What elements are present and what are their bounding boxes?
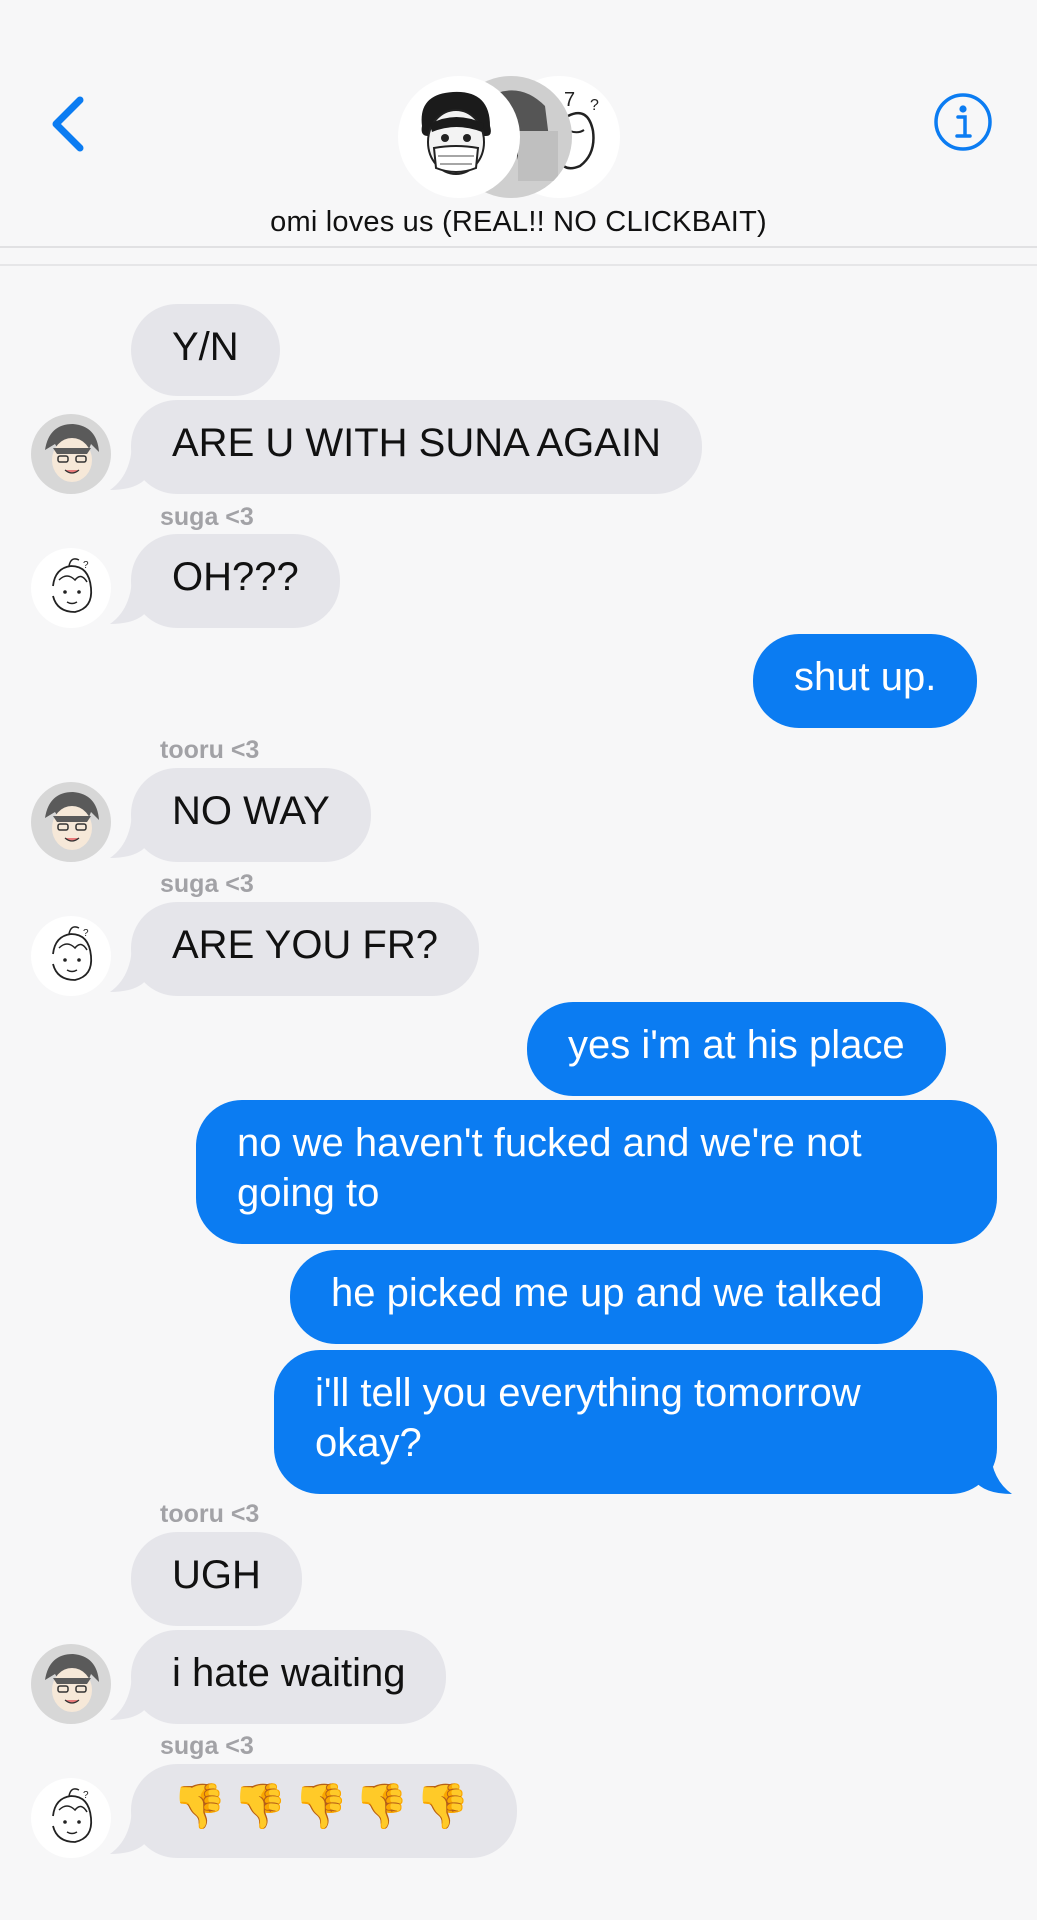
chevron-left-icon [52, 96, 84, 152]
back-button[interactable] [44, 88, 94, 158]
bubble-tail [974, 1450, 1012, 1494]
avatar-tooru[interactable] [31, 1644, 111, 1724]
avatar-suga[interactable]: ? [31, 548, 111, 628]
message-bubble-outgoing[interactable]: i'll tell you everything tomorrow okay? [274, 1350, 997, 1494]
message-bubble-incoming[interactable]: Y/N [131, 304, 280, 396]
info-button[interactable] [933, 92, 993, 152]
message-bubble-incoming[interactable]: NO WAY [131, 768, 371, 862]
message-bubble-outgoing[interactable]: no we haven't fucked and we're not going… [196, 1100, 997, 1244]
header-divider [0, 246, 1037, 248]
header-divider-lower [0, 264, 1037, 266]
message-bubble-outgoing[interactable]: he picked me up and we talked [290, 1250, 924, 1344]
svg-text:?: ? [83, 1790, 89, 1801]
info-circle-icon [934, 93, 992, 151]
avatar-suga[interactable]: ? [31, 916, 111, 996]
bubble-tail [110, 446, 148, 490]
conversation-title[interactable]: omi loves us (REAL!! NO CLICKBAIT) [0, 206, 1037, 239]
bubble-tail [110, 1676, 148, 1720]
bubble-tail [110, 814, 148, 858]
bubble-tail [110, 580, 148, 624]
sender-label: suga <3 [160, 870, 254, 898]
message-bubble-incoming[interactable]: ARE U WITH SUNA AGAIN [131, 400, 702, 494]
avatar-omi [398, 76, 520, 198]
conversation-header: 7 ? omi loves us (REAL!! NO CLICKBAIT) [0, 0, 1037, 266]
message-bubble-incoming[interactable]: ARE YOU FR? [131, 902, 479, 996]
bubble-tail [110, 948, 148, 992]
message-bubble-incoming[interactable]: OH??? [131, 534, 340, 628]
bubble-tail [110, 1810, 148, 1854]
group-avatar-stack[interactable]: 7 ? [398, 76, 620, 198]
svg-text:7: 7 [564, 89, 575, 111]
message-bubble-incoming[interactable]: 👎👎👎👎👎 [131, 1764, 517, 1858]
message-bubble-outgoing[interactable]: shut up. [753, 634, 978, 728]
svg-text:?: ? [590, 97, 599, 114]
sender-label: suga <3 [160, 1732, 254, 1760]
svg-text:?: ? [83, 560, 89, 571]
message-bubble-incoming[interactable]: UGH [131, 1532, 302, 1626]
message-bubble-incoming[interactable]: i hate waiting [131, 1630, 447, 1724]
avatar-suga[interactable]: ? [31, 1778, 111, 1858]
svg-text:?: ? [83, 928, 89, 939]
avatar-tooru[interactable] [31, 414, 111, 494]
sender-label: tooru <3 [160, 736, 260, 764]
avatar-tooru[interactable] [31, 782, 111, 862]
sender-label: suga <3 [160, 503, 254, 531]
sender-label: tooru <3 [160, 1500, 260, 1528]
message-bubble-outgoing[interactable]: yes i'm at his place [527, 1002, 946, 1096]
